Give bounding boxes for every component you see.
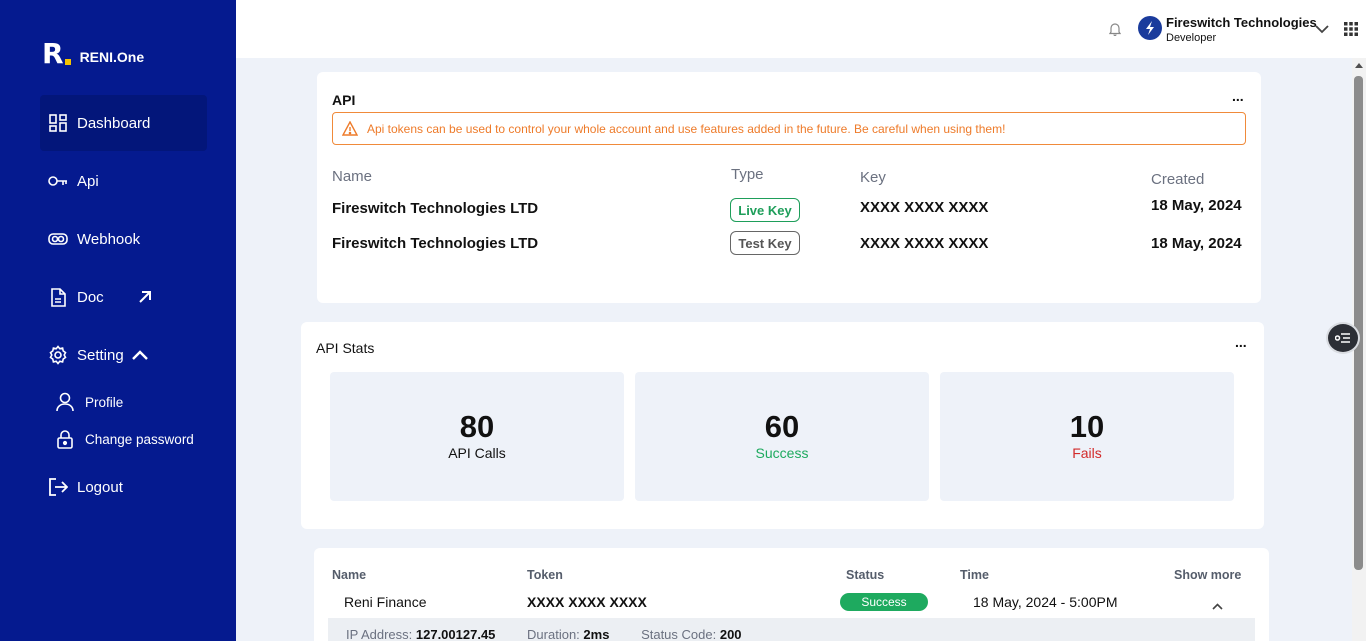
sidebar-item-dashboard[interactable]: Dashboard (40, 95, 207, 151)
api-row-created: 18 May, 2024 (1151, 197, 1242, 214)
brand-logo[interactable]: R RENI.One (42, 40, 144, 68)
log-row-name: Reni Finance (344, 594, 427, 610)
api-log-card: Name Token Status Time Show more Reni Fi… (314, 548, 1269, 641)
column-header-name: Name (332, 168, 373, 185)
stat-label: API Calls (448, 445, 506, 461)
stat-value: 60 (764, 409, 800, 444)
lock-icon (55, 429, 75, 449)
scrollbar-thumb[interactable] (1354, 76, 1363, 570)
api-row-name: Fireswitch Technologies LTD (332, 235, 539, 252)
sidebar: R RENI.One Dashboard Api Webhook Doc Set… (0, 0, 236, 641)
api-row-key: XXXX XXXX XXXX (860, 199, 989, 216)
api-stats-card: API Stats ... 80 API Calls 60 Success 10… (301, 322, 1264, 529)
test-key-badge: Test Key (730, 231, 800, 255)
sidebar-item-label: Doc (77, 288, 104, 306)
api-warning-alert: Api tokens can be used to control your w… (332, 112, 1246, 145)
api-row-key: XXXX XXXX XXXX (860, 235, 989, 252)
column-header-type: Type (731, 166, 764, 183)
column-header-created: Created (1151, 171, 1205, 188)
api-row-created: 18 May, 2024 (1151, 235, 1242, 252)
chevron-up-icon[interactable] (131, 350, 148, 360)
stat-label: Fails (1072, 445, 1102, 461)
ip-address: IP Address: 127.00127.45 (346, 627, 496, 641)
status-badge: Success (840, 593, 928, 611)
log-column-time: Time (960, 568, 989, 582)
api-row-name: Fireswitch Technologies LTD (332, 200, 539, 217)
api-card-title: API (332, 92, 356, 108)
document-icon (48, 287, 68, 307)
stat-value: 80 (459, 409, 495, 444)
duration: Duration: 2ms (527, 627, 610, 641)
user-name[interactable]: Fireswitch Technologies (1166, 15, 1317, 30)
sidebar-item-webhook[interactable]: Webhook (40, 211, 207, 267)
log-column-name: Name (332, 568, 367, 582)
dashboard-icon (48, 113, 68, 133)
api-stats-menu-button[interactable]: ... (1235, 334, 1247, 350)
log-row-token: XXXX XXXX XXXX (527, 594, 647, 610)
sidebar-item-doc[interactable]: Doc (40, 269, 207, 325)
sidebar-subitem-label: Change password (85, 431, 194, 447)
brand-name: RENI.One (79, 49, 145, 65)
stat-fails: 10 Fails (940, 372, 1234, 501)
sidebar-item-label: Api (77, 172, 99, 190)
gear-icon (48, 345, 68, 365)
sidebar-item-setting[interactable]: Setting (40, 327, 207, 383)
column-header-key: Key (860, 169, 886, 186)
stat-label: Success (755, 445, 809, 461)
log-row-time: 18 May, 2024 - 5:00PM (973, 594, 1118, 610)
api-card-menu-button[interactable]: ... (1232, 88, 1244, 104)
brand-mark: R (42, 37, 64, 70)
external-link-icon (138, 290, 152, 304)
logout-label: Logout (77, 478, 123, 496)
chevron-down-icon[interactable] (1315, 21, 1329, 39)
live-key-badge: Live Key (730, 198, 800, 222)
chevron-up-icon[interactable] (1212, 597, 1223, 613)
api-card: API ... Api tokens can be used to contro… (317, 72, 1261, 303)
sidebar-subitem-profile[interactable]: Profile (55, 392, 123, 412)
sidebar-item-label: Setting (77, 346, 124, 364)
log-row-detail: IP Address: 127.00127.45 Duration: 2ms S… (328, 618, 1255, 641)
sidebar-item-label: Webhook (77, 230, 141, 248)
brand-dot (64, 59, 71, 65)
bell-icon[interactable] (1108, 21, 1122, 41)
avatar[interactable] (1138, 16, 1162, 40)
log-column-status: Status (846, 568, 885, 582)
list-filter-icon (1335, 333, 1350, 343)
logout-button[interactable]: Logout (40, 459, 207, 515)
log-column-token: Token (527, 568, 563, 582)
apps-grid-icon[interactable] (1344, 22, 1358, 41)
stat-value: 10 (1069, 409, 1105, 444)
stat-api-calls: 80 API Calls (330, 372, 624, 501)
api-stats-title: API Stats (316, 340, 375, 356)
show-more-link[interactable]: Show more (1174, 568, 1241, 582)
sidebar-item-label: Dashboard (77, 114, 151, 132)
sidebar-subitem-change-password[interactable]: Change password (55, 429, 194, 449)
topbar: Fireswitch Technologies Developer (236, 0, 1366, 58)
sidebar-item-api[interactable]: Api (40, 153, 207, 209)
logout-icon (48, 477, 68, 497)
stat-success: 60 Success (635, 372, 929, 501)
sidebar-subitem-label: Profile (85, 394, 124, 410)
user-icon (55, 392, 75, 412)
warning-icon (342, 121, 358, 136)
user-role: Developer (1166, 32, 1217, 44)
api-warning-text: Api tokens can be used to control your w… (367, 121, 1006, 136)
scroll-up-arrow[interactable] (1355, 63, 1363, 68)
key-icon (48, 171, 68, 191)
floating-menu-button[interactable] (1326, 322, 1360, 354)
webhook-icon (48, 229, 68, 249)
status-code: Status Code: 200 (641, 627, 742, 641)
